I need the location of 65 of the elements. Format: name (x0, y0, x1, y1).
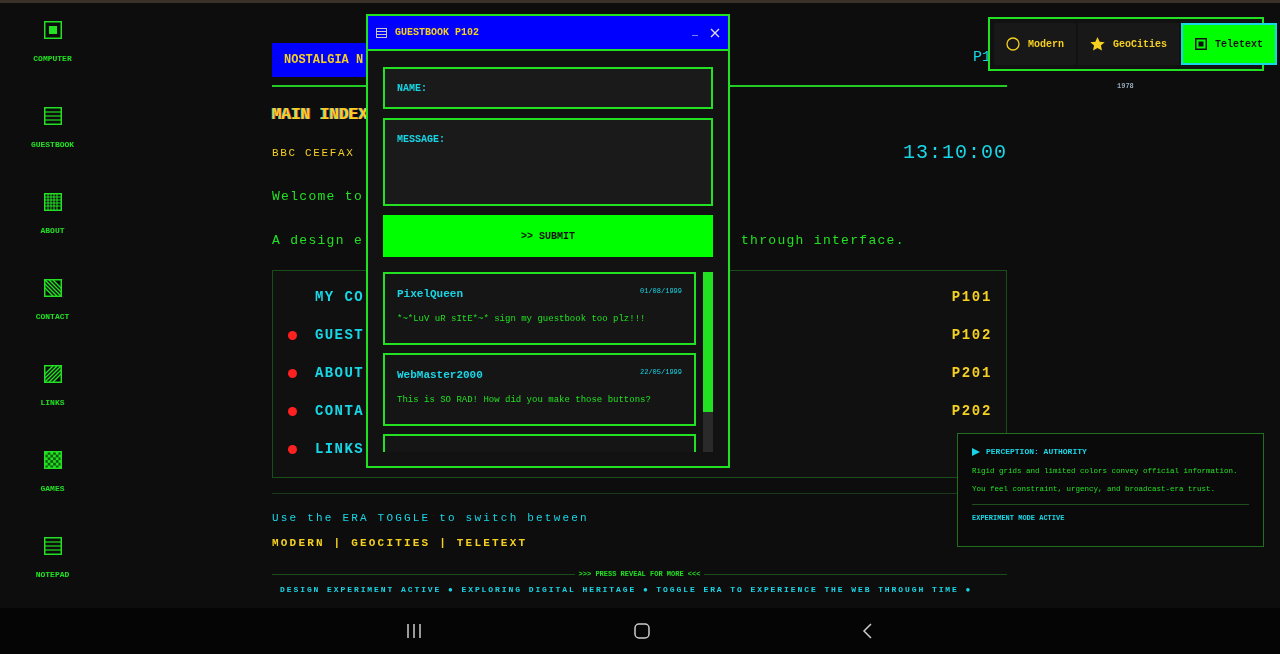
perception-title: PERCEPTION: AUTHORITY (986, 446, 1087, 458)
sidebar-item[interactable]: GAMES (7, 451, 98, 493)
sidebar-label: ABOUT (40, 227, 65, 235)
menu-page-code: P201 (951, 363, 992, 383)
submit-button[interactable]: >> SUBMIT (383, 215, 713, 257)
scrollbar-thumb[interactable] (703, 272, 713, 412)
sidebar-label: COMPUTER (33, 55, 72, 63)
minimize-button[interactable]: _ (688, 25, 702, 40)
tagline-start: A design e (272, 231, 363, 250)
window-title: GUESTBOOK P102 (395, 26, 479, 40)
checker-square-icon (43, 451, 62, 469)
star-icon (1090, 37, 1105, 51)
hatch-square-icon (43, 365, 62, 383)
home-icon[interactable] (634, 623, 650, 639)
main-heading: MAIN INDEX (272, 107, 369, 123)
sidebar-item[interactable]: ABOUT (7, 193, 98, 235)
era-option[interactable]: Modern (994, 23, 1076, 65)
lines-square-icon (43, 107, 62, 125)
menu-link[interactable]: GUEST (315, 324, 364, 346)
sidebar-label: CONTACT (35, 313, 70, 321)
circle-icon (1006, 37, 1020, 51)
tagline-end: through interface. (741, 231, 905, 250)
sidebar-label: GAMES (40, 485, 65, 493)
message-field[interactable]: MESSAGE: (383, 118, 713, 206)
grid-square-icon (43, 193, 62, 211)
era-option[interactable]: Teletext (1181, 23, 1278, 65)
menu-page-code: P102 (951, 325, 992, 345)
menu-link[interactable]: MY CO (315, 286, 364, 308)
era-list: MODERN | GEOCITIES | TELETEXT (272, 534, 528, 551)
play-icon (972, 448, 980, 456)
name-field[interactable]: NAME: (383, 67, 713, 109)
service-name: BBC CEEFAX (272, 145, 355, 161)
header-title: NOSTALGIA N (284, 52, 364, 69)
sidebar-item[interactable]: GUESTBOOK (7, 107, 98, 149)
sidebar-label: LINKS (40, 399, 65, 407)
sidebar-label: NOTEPAD (35, 571, 70, 579)
clock: 13:10:00 (903, 143, 1007, 163)
scrollbar[interactable] (703, 272, 713, 452)
welcome-text: Welcome to (272, 188, 363, 206)
menu-link[interactable]: LINKS (315, 438, 364, 460)
sidebar-label: GUESTBOOK (30, 141, 75, 149)
sidebar-item[interactable]: COMPUTER (7, 21, 98, 63)
list-icon (376, 27, 387, 38)
ticker-text: DESIGN EXPERIMENT ACTIVE ● EXPLORING DIGITAL HERITAGE ● TOGGLE ERA TO EXPERIENCE THE WEB THROUGH TIME ● (280, 583, 974, 596)
back-icon[interactable] (862, 623, 874, 639)
filled-square-icon (43, 21, 62, 39)
era-option[interactable]: GeoCities (1078, 23, 1180, 65)
entry-author: WebMaster2000 (397, 368, 483, 383)
sidebar-item[interactable]: CONTACT (7, 279, 98, 321)
sidebar-item[interactable]: NOTEPAD (7, 537, 98, 579)
diagonal-square-icon (43, 279, 62, 297)
menu-link[interactable]: CONTA (315, 400, 364, 422)
square-icon (1195, 38, 1208, 50)
sidebar-item[interactable]: LINKS (7, 365, 98, 407)
entry-message: *~*LuV uR sItE*~* sign my guestbook too plz!!! (397, 312, 647, 326)
lines-square-icon (43, 537, 62, 555)
menu-link[interactable]: ABOUT (315, 362, 364, 384)
entry-message: This is SO RAD! How did you make those buttons? (397, 393, 652, 407)
close-icon[interactable] (710, 27, 720, 38)
page-number: P1 (973, 47, 991, 68)
hint-text: Use the ERA TOGGLE to switch between (272, 511, 589, 526)
menu-page-code: P101 (951, 287, 992, 307)
entry-author: PixelQueen (397, 287, 463, 302)
recent-apps-icon[interactable] (406, 623, 422, 639)
menu-page-code: P202 (951, 401, 992, 421)
